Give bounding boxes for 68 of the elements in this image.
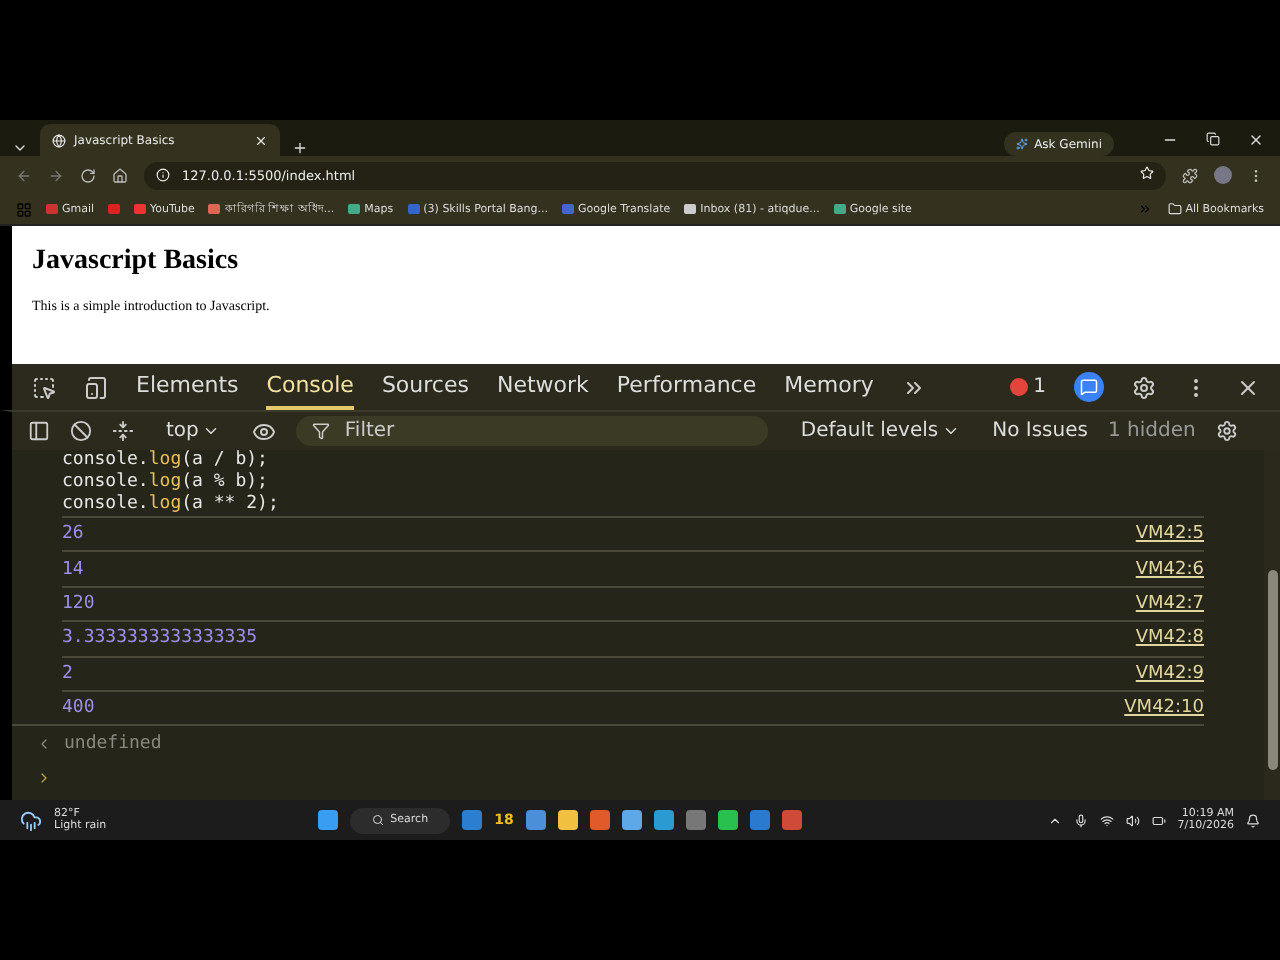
reload-icon[interactable] [80,167,96,183]
bell-icon[interactable] [1246,813,1260,827]
code-line: console.log(a ** 2); [60,494,281,516]
avatar-icon[interactable] [1214,166,1232,184]
info-icon [156,168,170,182]
chevron-down-icon[interactable] [12,140,28,156]
search-icon [372,814,385,826]
source-link[interactable]: VM42:7 [1135,593,1204,614]
context-selector[interactable]: top [154,418,233,444]
hidden-count: 1 hidden [1107,420,1196,442]
caret-icon [942,422,961,440]
code-line: console.log(a / b); [60,450,270,472]
result-value: undefined [64,733,162,754]
output-value: 14 [62,559,84,580]
forward-icon[interactable] [48,167,64,183]
collapse-icon[interactable] [112,420,134,442]
scrollbar-thumb[interactable] [1267,570,1277,770]
ai-assistant-icon[interactable] [1074,372,1104,402]
filter-icon [312,422,331,440]
error-count[interactable]: 1 [1009,376,1046,398]
app-icon[interactable] [462,810,483,830]
page-heading: Javascript Basics [32,246,241,278]
caret-icon [202,422,221,440]
battery-icon[interactable] [1151,813,1166,827]
clear-icon[interactable] [70,420,92,442]
restore-icon[interactable] [1206,132,1220,146]
source-link[interactable]: VM42:10 [1124,698,1204,719]
wifi-icon[interactable] [1099,813,1114,827]
home-icon[interactable] [112,167,128,183]
plus-icon[interactable] [292,140,308,156]
sparkle-icon [1016,138,1029,150]
settings-icon[interactable] [1132,375,1156,399]
devtools-tab[interactable]: Memory [784,364,874,410]
chevron-up-icon[interactable] [1047,813,1062,827]
source-link[interactable]: VM42:8 [1135,628,1204,649]
puzzle-icon[interactable] [1182,167,1198,183]
volume-icon[interactable] [1125,813,1140,827]
filter-field[interactable]: Filter [296,416,769,446]
close-icon[interactable] [254,133,268,147]
output-value: 3.3333333333333335 [62,628,258,649]
app-icon[interactable] [685,810,706,830]
levels-dropdown[interactable]: Default levels [788,418,973,444]
sidebar-icon[interactable] [28,420,50,442]
devtools-tab[interactable]: Performance [616,364,757,410]
output-value: 120 [62,593,95,614]
code-line: console.log(a % b); [60,472,270,494]
source-link[interactable]: VM42:9 [1135,663,1204,684]
close-icon[interactable] [1248,132,1264,148]
prompt-icon [36,770,52,787]
back-icon[interactable] [16,167,32,183]
close-icon[interactable] [1236,375,1260,399]
eye-icon[interactable] [252,419,277,443]
device-icon[interactable] [84,375,108,399]
output-value: 400 [62,698,95,719]
source-link[interactable]: VM42:5 [1135,524,1204,545]
mic-icon[interactable] [1073,813,1088,827]
globe-icon [52,133,66,147]
star-icon[interactable] [1140,166,1154,180]
settings-icon[interactable] [1215,420,1238,442]
source-link[interactable]: VM42:6 [1135,559,1204,580]
devtools-tab[interactable]: Sources [381,364,469,410]
output-value: 2 [62,663,73,684]
devtools-tab[interactable]: Network [496,364,589,410]
devtools-tab[interactable]: Elements [136,364,239,410]
inspect-icon[interactable] [32,375,56,399]
weather-icon[interactable] [20,809,42,831]
output-value: 26 [62,524,84,545]
issues-text: No Issues [992,420,1088,442]
